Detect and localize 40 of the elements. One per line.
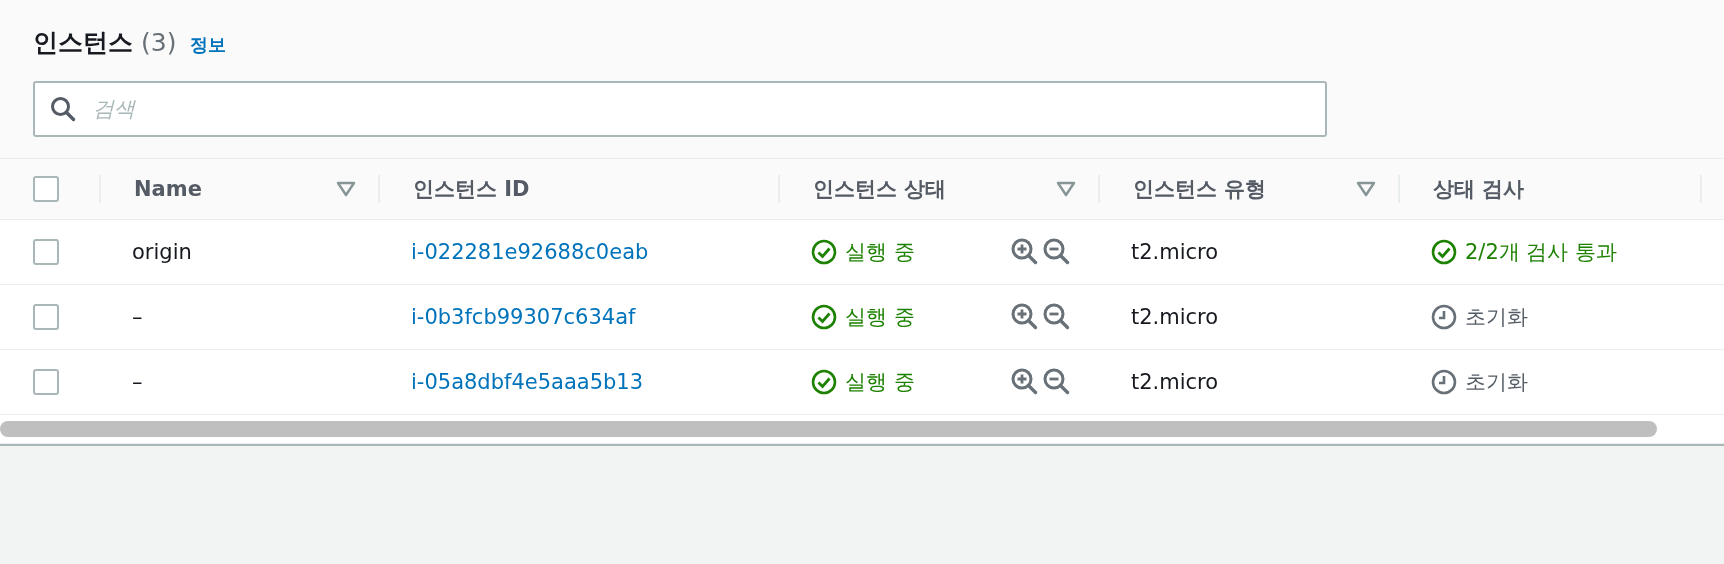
state-text: 실행 중 <box>845 369 915 396</box>
column-header[interactable]: 인스턴스 유형 <box>1133 175 1267 203</box>
filter-icon[interactable] <box>1056 181 1076 197</box>
checkbox[interactable] <box>33 304 59 330</box>
status-check-text: 초기화 <box>1465 369 1528 396</box>
search-icon <box>49 95 77 123</box>
zoom-out-icon[interactable] <box>1042 367 1072 397</box>
zoom-out-icon[interactable] <box>1042 302 1072 332</box>
table-cell: – <box>132 370 143 394</box>
checkbox[interactable] <box>33 176 59 202</box>
filter-icon[interactable] <box>1356 181 1376 197</box>
checkbox[interactable] <box>33 239 59 265</box>
info-link[interactable]: 정보 <box>190 33 227 57</box>
status-check-text: 2/2개 검사 통과 <box>1465 239 1618 266</box>
page-title: 인스턴스 <box>33 27 133 59</box>
column-header[interactable]: 인스턴스 ID <box>413 175 530 203</box>
zoom-in-icon[interactable] <box>1010 367 1040 397</box>
checkbox[interactable] <box>33 369 59 395</box>
state-text: 실행 중 <box>845 304 915 331</box>
table-cell: t2.micro <box>1131 370 1219 394</box>
instance-link[interactable]: i-0b3fcb99307c634af <box>411 305 636 329</box>
status-check-text: 초기화 <box>1465 304 1528 331</box>
zoom-in-icon[interactable] <box>1010 237 1040 267</box>
table-cell: – <box>132 305 143 329</box>
column-header[interactable]: 상태 검사 <box>1433 175 1525 203</box>
table-cell: origin <box>132 240 192 264</box>
state-text: 실행 중 <box>845 239 915 266</box>
scrollbar-thumb[interactable] <box>0 421 1657 437</box>
zoom-out-icon[interactable] <box>1042 237 1072 267</box>
zoom-in-icon[interactable] <box>1010 302 1040 332</box>
instance-count: (3) <box>141 28 177 57</box>
instance-link[interactable]: i-05a8dbf4e5aaa5b13 <box>411 370 644 394</box>
table-cell: t2.micro <box>1131 240 1219 264</box>
filter-icon[interactable] <box>336 181 356 197</box>
search-field[interactable]: 검색 <box>33 81 1327 137</box>
instance-link[interactable]: i-022281e92688c0eab <box>411 240 649 264</box>
column-header[interactable]: Name <box>134 177 202 201</box>
search-input[interactable]: 검색 <box>91 96 1311 122</box>
column-header[interactable]: 인스턴스 상태 <box>813 175 947 203</box>
table-cell: t2.micro <box>1131 305 1219 329</box>
